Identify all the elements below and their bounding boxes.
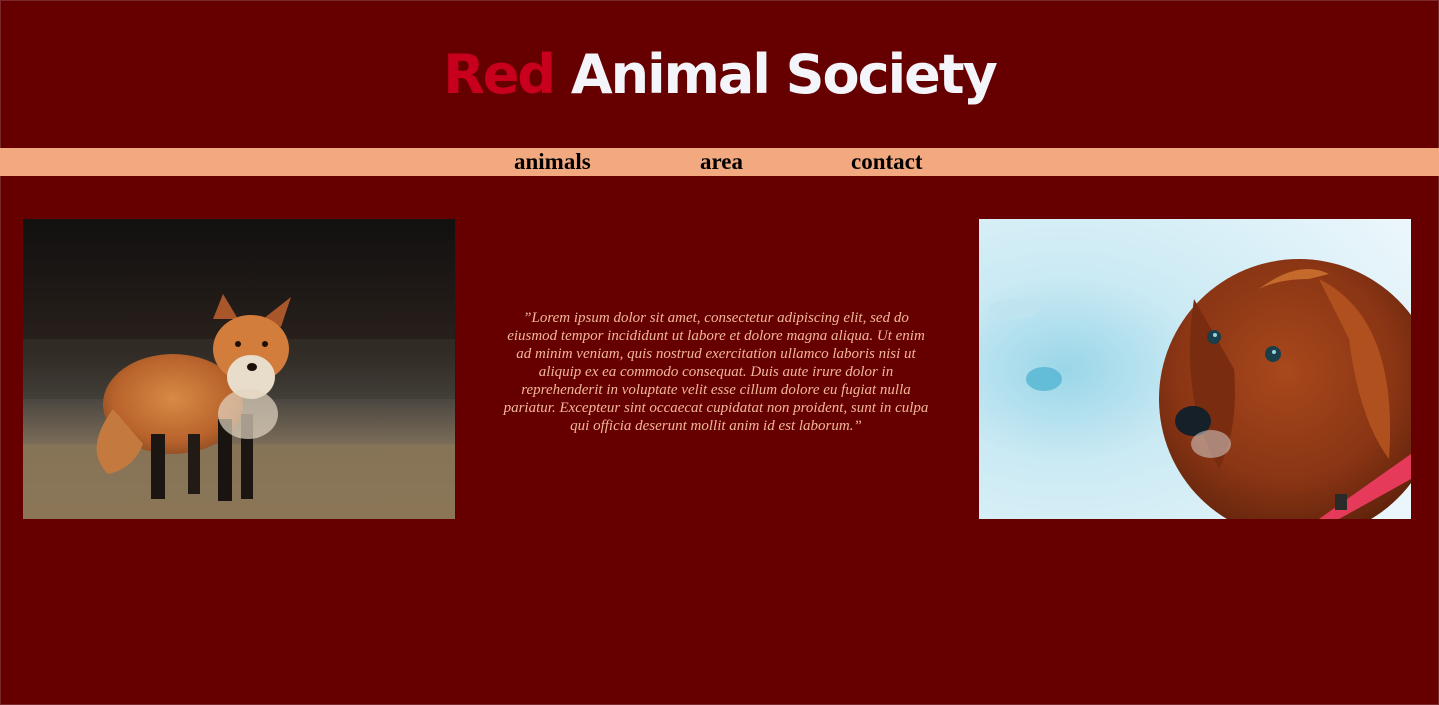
nav-link-animals[interactable]: animals [514,148,591,176]
nav-bar: animals area contact [0,148,1439,176]
nav-link-area[interactable]: area [700,148,743,176]
nav-link-contact[interactable]: contact [851,148,923,176]
title-accent: Red [443,43,556,106]
quote-text: ”Lorem ipsum dolor sit amet, consectetur… [503,310,929,434]
fox-photo [23,219,455,519]
title-rest: Animal Society [570,43,998,106]
dog-photo [979,219,1411,519]
page-title: Red Animal Society [0,40,1439,110]
